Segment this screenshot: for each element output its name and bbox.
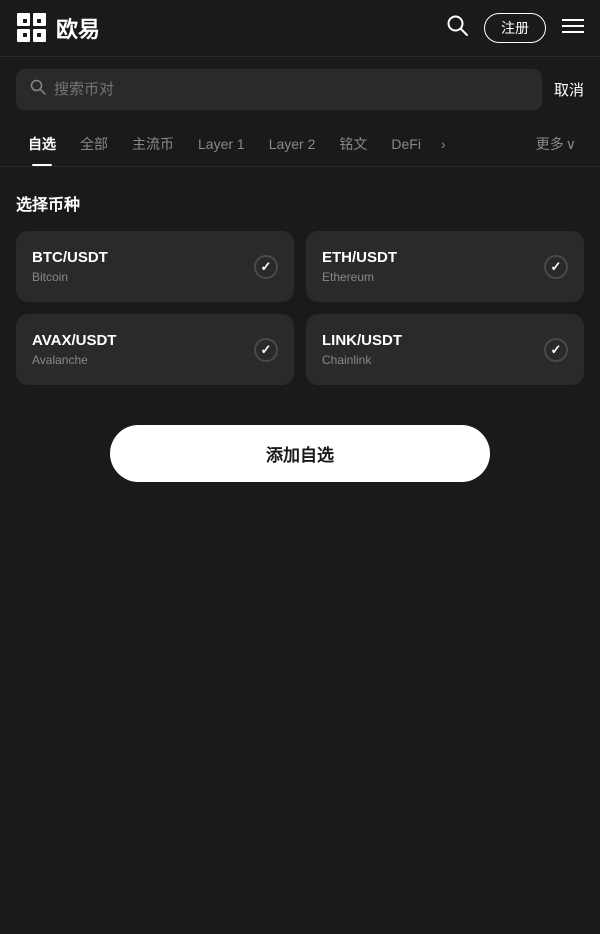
coin-name-avax: Avalanche — [32, 353, 116, 367]
coin-pair-btc: BTC/USDT — [32, 249, 108, 266]
coin-card-eth[interactable]: ETH/USDT Ethereum — [306, 231, 584, 302]
coin-name-eth: Ethereum — [322, 270, 397, 284]
section-title: 选择币种 — [16, 191, 584, 215]
tab-more[interactable]: 更多 ∨ — [528, 122, 584, 166]
search-input[interactable] — [54, 81, 528, 98]
chevron-down-icon: ∨ — [566, 136, 576, 153]
search-icon — [30, 79, 46, 100]
check-icon-link — [544, 338, 568, 362]
coin-pair-avax: AVAX/USDT — [32, 332, 116, 349]
coin-card-avax[interactable]: AVAX/USDT Avalanche — [16, 314, 294, 385]
coin-card-btc[interactable]: BTC/USDT Bitcoin — [16, 231, 294, 302]
header-search-icon[interactable] — [446, 14, 468, 42]
coin-name-btc: Bitcoin — [32, 270, 108, 284]
tab-自选[interactable]: 自选 — [16, 122, 68, 166]
register-button[interactable]: 注册 — [484, 13, 546, 43]
add-watchlist-button[interactable]: 添加自选 — [110, 425, 490, 482]
tab-layer1[interactable]: Layer 1 — [186, 124, 257, 164]
tab-铭文[interactable]: 铭文 — [327, 122, 379, 166]
menu-icon[interactable] — [562, 17, 584, 40]
check-icon-eth — [544, 255, 568, 279]
header: 欧易 注册 — [0, 0, 600, 57]
coin-info-btc: BTC/USDT Bitcoin — [32, 249, 108, 284]
coin-info-eth: ETH/USDT Ethereum — [322, 249, 397, 284]
tab-layer2[interactable]: Layer 2 — [257, 124, 328, 164]
coin-grid: BTC/USDT Bitcoin ETH/USDT Ethereum AVAX/… — [16, 231, 584, 385]
logo-icon — [16, 12, 48, 44]
tab-bar: 自选 全部 主流币 Layer 1 Layer 2 铭文 DeFi › 更多 ∨ — [0, 122, 600, 167]
cancel-button[interactable]: 取消 — [554, 79, 584, 100]
coin-info-avax: AVAX/USDT Avalanche — [32, 332, 116, 367]
logo-area: 欧易 — [16, 12, 100, 44]
coin-card-link[interactable]: LINK/USDT Chainlink — [306, 314, 584, 385]
coin-info-link: LINK/USDT Chainlink — [322, 332, 402, 367]
main-content: 选择币种 BTC/USDT Bitcoin ETH/USDT Ethereum … — [0, 167, 600, 506]
add-button-wrapper: 添加自选 — [16, 425, 584, 482]
tab-defi[interactable]: DeFi — [379, 124, 433, 164]
check-icon-avax — [254, 338, 278, 362]
coin-pair-eth: ETH/USDT — [322, 249, 397, 266]
logo-text: 欧易 — [56, 12, 100, 44]
header-right: 注册 — [446, 13, 584, 43]
search-bar: 取消 — [0, 57, 600, 122]
coin-name-link: Chainlink — [322, 353, 402, 367]
tab-主流币[interactable]: 主流币 — [120, 122, 186, 166]
coin-pair-link: LINK/USDT — [322, 332, 402, 349]
tab-arrow-right[interactable]: › — [433, 124, 454, 164]
check-icon-btc — [254, 255, 278, 279]
tab-全部[interactable]: 全部 — [68, 122, 120, 166]
search-input-wrapper[interactable] — [16, 69, 542, 110]
